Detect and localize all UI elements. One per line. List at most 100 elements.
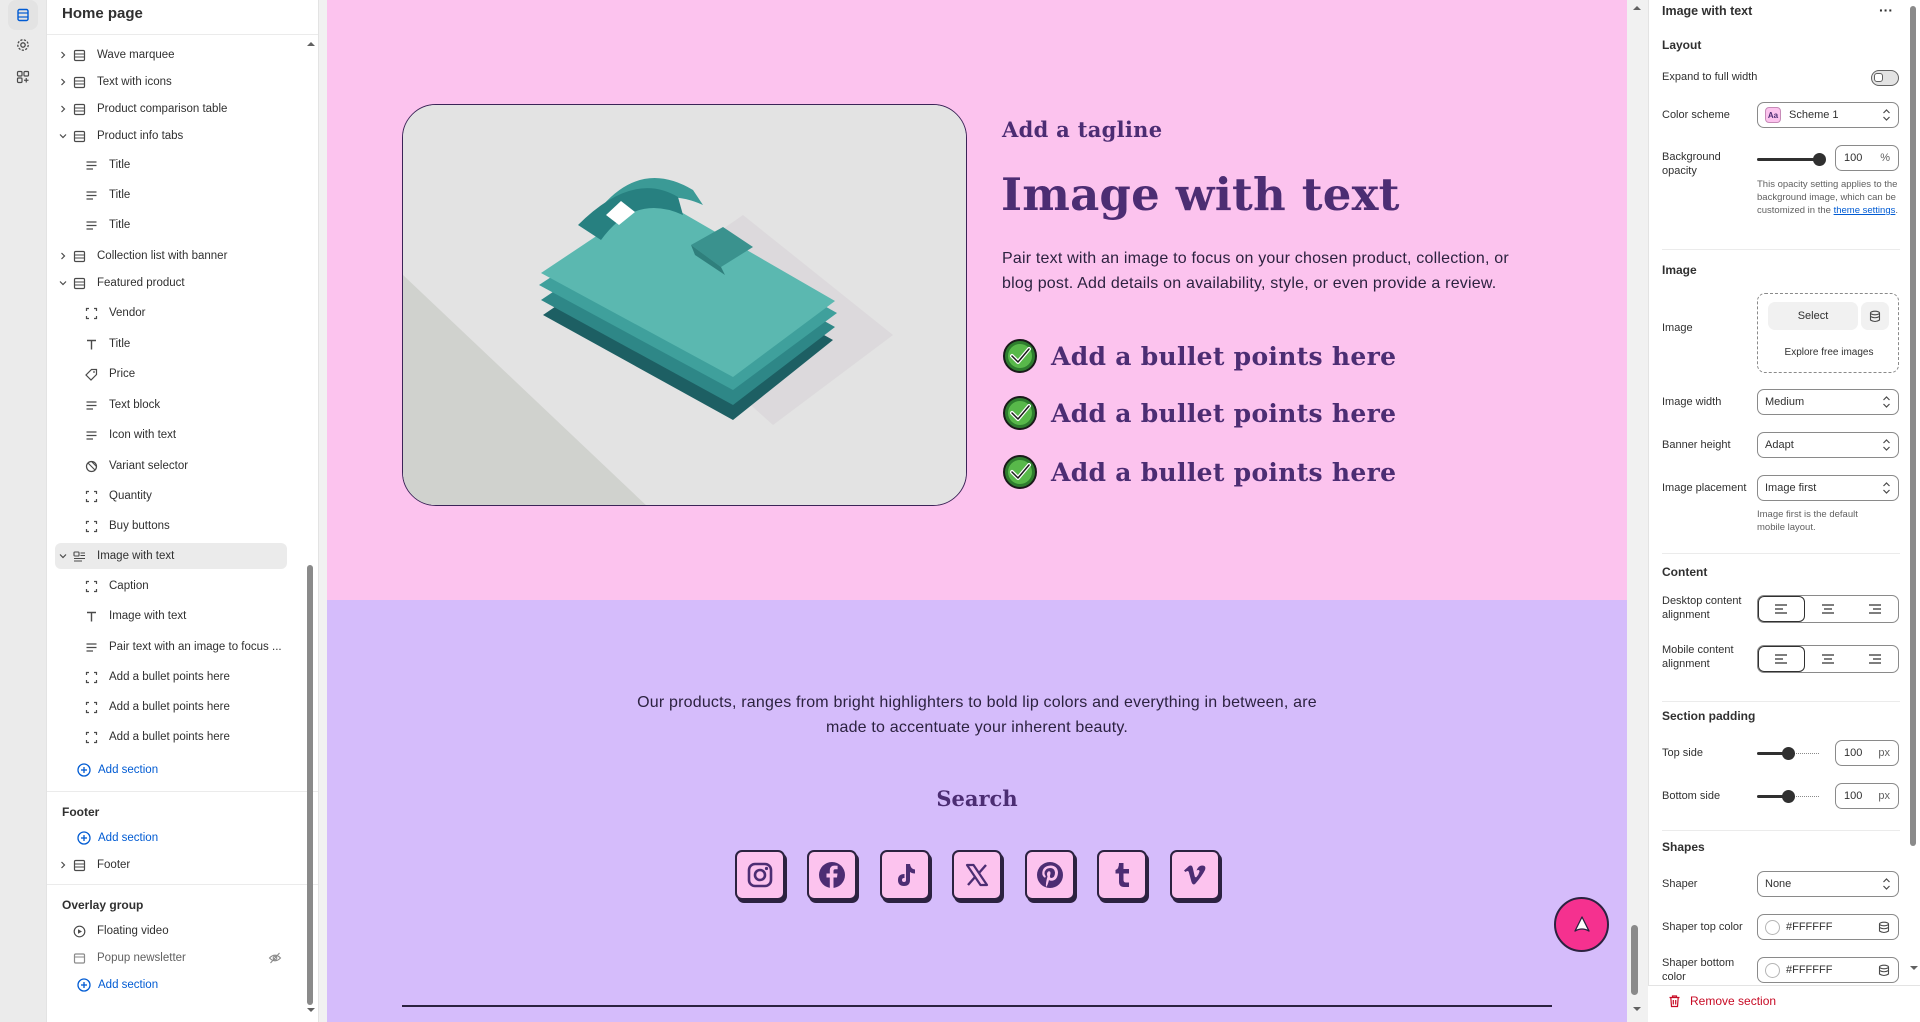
sidebar-item-title[interactable]: Title [55, 152, 287, 178]
bottom-padding-input[interactable]: 100 px [1835, 783, 1899, 809]
overlay-add-section-button[interactable]: Add section [77, 975, 158, 995]
sections-icon[interactable] [8, 0, 38, 30]
slider-knob[interactable] [1813, 153, 1826, 166]
settings-gear-icon[interactable] [8, 30, 38, 60]
color-swatch[interactable] [1765, 919, 1780, 935]
theme-settings-link[interactable]: theme settings [1834, 205, 1896, 216]
sidebar-item-icon-with-text[interactable]: Icon with text [55, 422, 287, 448]
sidebar-item-add-a-bullet-points-here[interactable]: Add a bullet points here [55, 724, 287, 750]
search-heading[interactable]: Search [777, 786, 1177, 811]
sidebar-item-add-a-bullet-points-here[interactable]: Add a bullet points here [55, 694, 287, 720]
color-library-icon[interactable] [1878, 964, 1890, 977]
x-link[interactable] [952, 850, 1002, 900]
sidebar-item-image-with-text[interactable]: Image with text [55, 603, 287, 629]
sidebar-item-product-comparison-table[interactable]: Product comparison table [55, 96, 287, 122]
sidebar-item-image-with-text[interactable]: Image with text [55, 543, 287, 569]
sidebar-scroll-thumb[interactable] [307, 565, 313, 1005]
sidebar-item-caption[interactable]: Caption [55, 573, 287, 599]
chevron-right-icon[interactable] [57, 49, 69, 61]
media-library-icon[interactable] [1861, 302, 1889, 330]
tumblr-link[interactable] [1097, 850, 1147, 900]
slider-knob[interactable] [1782, 747, 1795, 760]
sidebar-item-variant-selector[interactable]: Variant selector [55, 453, 287, 479]
scroll-to-top-button[interactable] [1554, 897, 1609, 952]
sidebar-item-label: Image with text [97, 550, 175, 562]
shaper-select[interactable]: None [1757, 871, 1899, 897]
preview-scrollbar[interactable] [1627, 0, 1647, 1022]
sidebar-item-price[interactable]: Price [55, 361, 287, 387]
sidebar-item-wave-marquee[interactable]: Wave marquee [55, 42, 287, 68]
image-placement-select[interactable]: Image first [1757, 475, 1899, 501]
chevron-down-icon[interactable] [57, 550, 69, 562]
sidebar-item-text-block[interactable]: Text block [55, 392, 287, 418]
instagram-link[interactable] [735, 850, 785, 900]
preview-scroll-thumb[interactable] [1631, 925, 1638, 995]
banner-height-select[interactable]: Adapt [1757, 432, 1899, 458]
more-options-icon[interactable]: ··· [1879, 2, 1893, 18]
chevron-down-icon[interactable] [57, 277, 69, 289]
align-left-icon[interactable] [1758, 646, 1805, 672]
sidebar-item-floating-video[interactable]: Floating video [55, 918, 287, 944]
sidebar-item-quantity[interactable]: Quantity [55, 483, 287, 509]
chevron-right-icon[interactable] [57, 103, 69, 115]
sidebar-item-featured-product[interactable]: Featured product [55, 270, 287, 296]
sidebar-item-pair-text-with-an-image-to-focus[interactable]: Pair text with an image to focus ... [55, 634, 287, 660]
scroll-down-arrow-icon[interactable] [306, 1006, 316, 1014]
top-padding-input[interactable]: 100 px [1835, 740, 1899, 766]
sidebar-item-buy-buttons[interactable]: Buy buttons [55, 513, 287, 539]
chevron-right-icon[interactable] [57, 250, 69, 262]
sidebar-item-label: Featured product [97, 277, 185, 289]
expand-full-width-toggle[interactable] [1871, 70, 1899, 86]
scroll-up-arrow-icon[interactable] [306, 40, 316, 48]
color-library-icon[interactable] [1878, 921, 1890, 934]
sidebar-item-label: Image with text [109, 610, 187, 622]
facebook-link[interactable] [807, 850, 857, 900]
align-center-icon[interactable] [1805, 646, 1852, 672]
image-with-text-section[interactable]: Add a tagline Image with text Pair text … [327, 0, 1627, 600]
sidebar-item-vendor[interactable]: Vendor [55, 300, 287, 326]
image-width-select[interactable]: Medium [1757, 389, 1899, 415]
color-swatch[interactable] [1765, 962, 1780, 978]
image-placement-value: Image first [1765, 482, 1817, 494]
divider [1662, 830, 1900, 831]
bg-opacity-input[interactable]: 100 % [1835, 145, 1899, 171]
chevron-right-icon[interactable] [57, 76, 69, 88]
chevron-right-icon[interactable] [57, 859, 69, 871]
sidebar-item-popup-newsletter[interactable]: Popup newsletter [55, 945, 287, 971]
sidebar-item-product-info-tabs[interactable]: Product info tabs [55, 123, 287, 149]
color-scheme-select[interactable]: Aa Scheme 1 [1757, 102, 1899, 128]
sidebar-item-label: Text with icons [97, 76, 172, 88]
sidebar-item-text-with-icons[interactable]: Text with icons [55, 69, 287, 95]
sidebar-item-add-a-bullet-points-here[interactable]: Add a bullet points here [55, 664, 287, 690]
eye-hidden-icon[interactable] [268, 951, 282, 965]
tiktok-link[interactable] [880, 850, 930, 900]
footer-add-section-button[interactable]: Add section [77, 828, 158, 848]
slider-knob[interactable] [1782, 790, 1795, 803]
vimeo-link[interactable] [1170, 850, 1220, 900]
add-section-button[interactable]: Add section [77, 760, 158, 780]
explore-free-images-link[interactable]: Explore free images [1758, 347, 1900, 358]
sidebar-item-title[interactable]: Title [55, 331, 287, 357]
sidebar-item-collection-list-with-banner[interactable]: Collection list with banner [55, 243, 287, 269]
sidebar-item-footer[interactable]: Footer [55, 852, 287, 878]
scroll-down-arrow-icon[interactable] [1632, 1005, 1642, 1013]
panel-scroll-thumb[interactable] [1910, 6, 1916, 846]
align-left-icon[interactable] [1758, 596, 1805, 622]
scroll-up-arrow-icon[interactable] [1632, 4, 1642, 12]
page-title: Home page [62, 5, 143, 22]
shaper-bottom-color-input[interactable]: #FFFFFF [1757, 957, 1899, 983]
pinterest-link[interactable] [1025, 850, 1075, 900]
pinterest-icon [1035, 860, 1065, 890]
align-center-icon[interactable] [1805, 596, 1852, 622]
apps-icon[interactable] [8, 62, 38, 92]
align-right-icon[interactable] [1851, 596, 1898, 622]
chevron-down-icon[interactable] [57, 130, 69, 142]
align-right-icon[interactable] [1851, 646, 1898, 672]
remove-section-button[interactable]: Remove section [1668, 994, 1776, 1008]
scroll-down-arrow-icon[interactable] [1909, 964, 1919, 972]
sidebar-item-title[interactable]: Title [55, 182, 287, 208]
sidebar-item-title[interactable]: Title [55, 212, 287, 238]
select-image-button[interactable]: Select [1768, 302, 1858, 330]
shaper-top-color-input[interactable]: #FFFFFF [1757, 914, 1899, 940]
text-section[interactable]: Our products, ranges from bright highlig… [327, 600, 1627, 1022]
